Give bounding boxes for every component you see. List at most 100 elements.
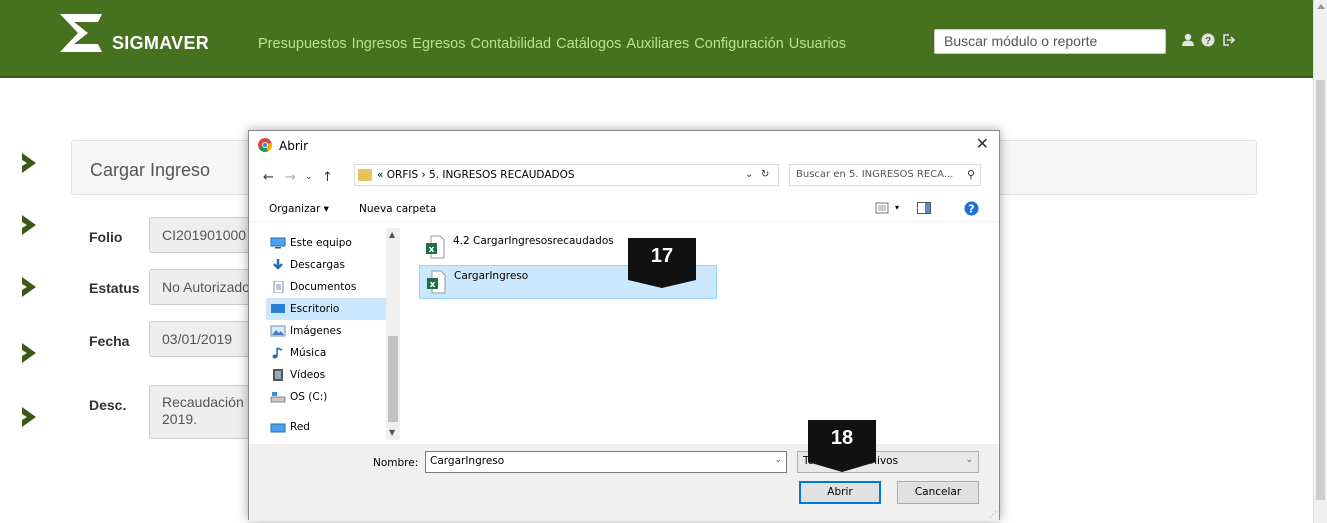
tree-item-descargas[interactable]: Descargas [270,254,388,276]
brand-name[interactable]: SIGMAVER [112,33,209,54]
address-path: « ORFIS › 5. INGRESOS RECAUDADOS [377,169,575,181]
filename-value: CargarIngreso [430,455,505,467]
dialog-toolbar: Organizar ▾ Nueva carpeta ▾ ? [249,197,999,222]
preview-pane-icon[interactable] [917,202,931,214]
nav-configuracion[interactable]: Configuración [694,36,783,52]
folio-label: Folio [89,229,123,245]
refresh-icon[interactable]: ↻ [761,169,769,180]
organize-button[interactable]: Organizar ▾ [269,203,329,215]
user-icon[interactable] [1181,33,1195,47]
tree-item-red[interactable]: Red [270,416,388,438]
nav-presupuestos[interactable]: Presupuestos [258,36,347,52]
new-folder-button[interactable]: Nueva carpeta [359,203,436,215]
top-icons: ? [1181,33,1235,47]
chevron-down-icon[interactable]: ⌄ [965,455,973,465]
address-bar[interactable]: « ORFIS › 5. INGRESOS RECAUDADOS ⌄ ↻ [354,164,779,186]
nav-usuarios[interactable]: Usuarios [789,36,846,52]
chevron-right-icon [22,343,36,363]
tree-label: Descargas [290,259,345,271]
svg-text:?: ? [968,203,974,216]
tree-item-musica[interactable]: Música [270,342,388,364]
documents-icon [273,281,284,293]
logout-icon[interactable] [1221,33,1235,47]
open-button[interactable]: Abrir [799,481,881,504]
tree-label: Escritorio [290,303,340,315]
fecha-label: Fecha [89,333,130,349]
up-arrow-icon[interactable]: ↑ [322,170,333,185]
desc-line-2: 2019. [162,411,198,427]
file-name: CargarIngreso [454,270,529,282]
top-navbar: SIGMAVER Presupuestos Ingresos Egresos C… [0,0,1313,78]
navigation-scrollbar[interactable]: ▲ ▼ [386,228,400,440]
folder-search-placeholder: Buscar en 5. INGRESOS RECA... [796,169,954,180]
tree-item-este-equipo[interactable]: Este equipo [270,232,388,254]
pictures-icon [270,325,286,337]
tree-label: Este equipo [290,237,352,249]
nav-contabilidad[interactable]: Contabilidad [471,36,552,52]
folder-icon [358,169,372,181]
chrome-icon [258,138,272,152]
svg-text:x: x [430,280,436,290]
back-arrow-icon[interactable]: ← [263,170,274,185]
chevron-down-icon[interactable]: ⌄ [774,455,782,465]
cancel-button[interactable]: Cancelar [897,481,979,504]
dialog-footer: Nombre: CargarIngreso ⌄ Todos los archiv… [249,444,999,521]
nav-egresos[interactable]: Egresos [412,36,465,52]
tree-item-os-c[interactable]: OS (C:) [270,386,388,408]
tree-item-imagenes[interactable]: Imágenes [270,320,388,342]
address-row: ← → ⌄ ↑ « ORFIS › 5. INGRESOS RECAUDADOS… [249,164,999,190]
svg-text:x: x [429,245,435,255]
search-icon: ⚲ [966,168,975,181]
help-icon[interactable]: ? [964,201,979,216]
tree-item-documentos[interactable]: Documentos [270,276,388,298]
main-nav: Presupuestos Ingresos Egresos Contabilid… [258,36,846,52]
tree-label: Imágenes [290,325,342,337]
view-options-icon[interactable] [875,201,889,215]
chevron-right-icon [22,407,36,427]
tree-item-videos[interactable]: Vídeos [270,364,388,386]
desc-line-1: Recaudación [162,394,244,410]
step-callout-18: 18 [808,420,876,478]
chevron-right-icon [22,277,36,297]
excel-file-icon: x [426,235,445,259]
tree-label: Música [290,347,327,359]
nav-ingresos[interactable]: Ingresos [352,36,408,52]
filename-label: Nombre: [373,457,419,469]
music-icon [272,347,283,359]
folder-search-input[interactable]: Buscar en 5. INGRESOS RECA... ⚲ [789,164,981,186]
address-dropdown-icon[interactable]: ⌄ [745,169,753,180]
nav-catalogos[interactable]: Catálogos [556,36,621,52]
navigation-pane: Este equipo Descargas Documentos Escrito… [260,228,400,440]
recent-dropdown-icon[interactable]: ⌄ [305,172,313,182]
drive-icon [270,392,286,403]
sigmaver-logo-icon [60,14,102,52]
tree-label: Red [290,421,310,433]
page-title: Cargar Ingreso [90,160,211,180]
desktop-icon [271,304,285,313]
tree-label: Documentos [290,281,357,293]
help-icon[interactable]: ? [1201,33,1215,47]
forward-arrow-icon[interactable]: → [285,170,296,185]
desc-label: Desc. [89,397,127,413]
svg-text:?: ? [1205,36,1211,47]
page-scrollbar[interactable] [1313,0,1327,523]
videos-icon [273,369,283,381]
computer-icon [270,237,286,249]
excel-file-icon: x [427,270,446,294]
tree-label: OS (C:) [290,391,328,403]
module-search-input[interactable]: Buscar módulo o reporte [934,29,1166,54]
callout-number: 17 [650,245,674,267]
nav-auxiliares[interactable]: Auxiliares [626,36,689,52]
navbar-border [0,76,1313,78]
file-name: 4.2 CargarIngresosrecaudados [453,235,614,247]
tree-item-escritorio[interactable]: Escritorio [266,298,388,320]
resize-grip-icon[interactable]: ⋰ [989,510,997,519]
filename-input[interactable]: CargarIngreso ⌄ [425,451,787,473]
tree-label: Vídeos [290,369,326,381]
open-file-dialog: Abrir ✕ ← → ⌄ ↑ « ORFIS › 5. INGRESOS RE… [248,130,1000,521]
network-icon [270,423,286,433]
view-dropdown-icon[interactable]: ▾ [895,203,899,212]
estatus-label: Estatus [89,280,140,296]
close-icon[interactable]: ✕ [976,134,989,153]
step-callout-17: 17 [628,238,696,296]
